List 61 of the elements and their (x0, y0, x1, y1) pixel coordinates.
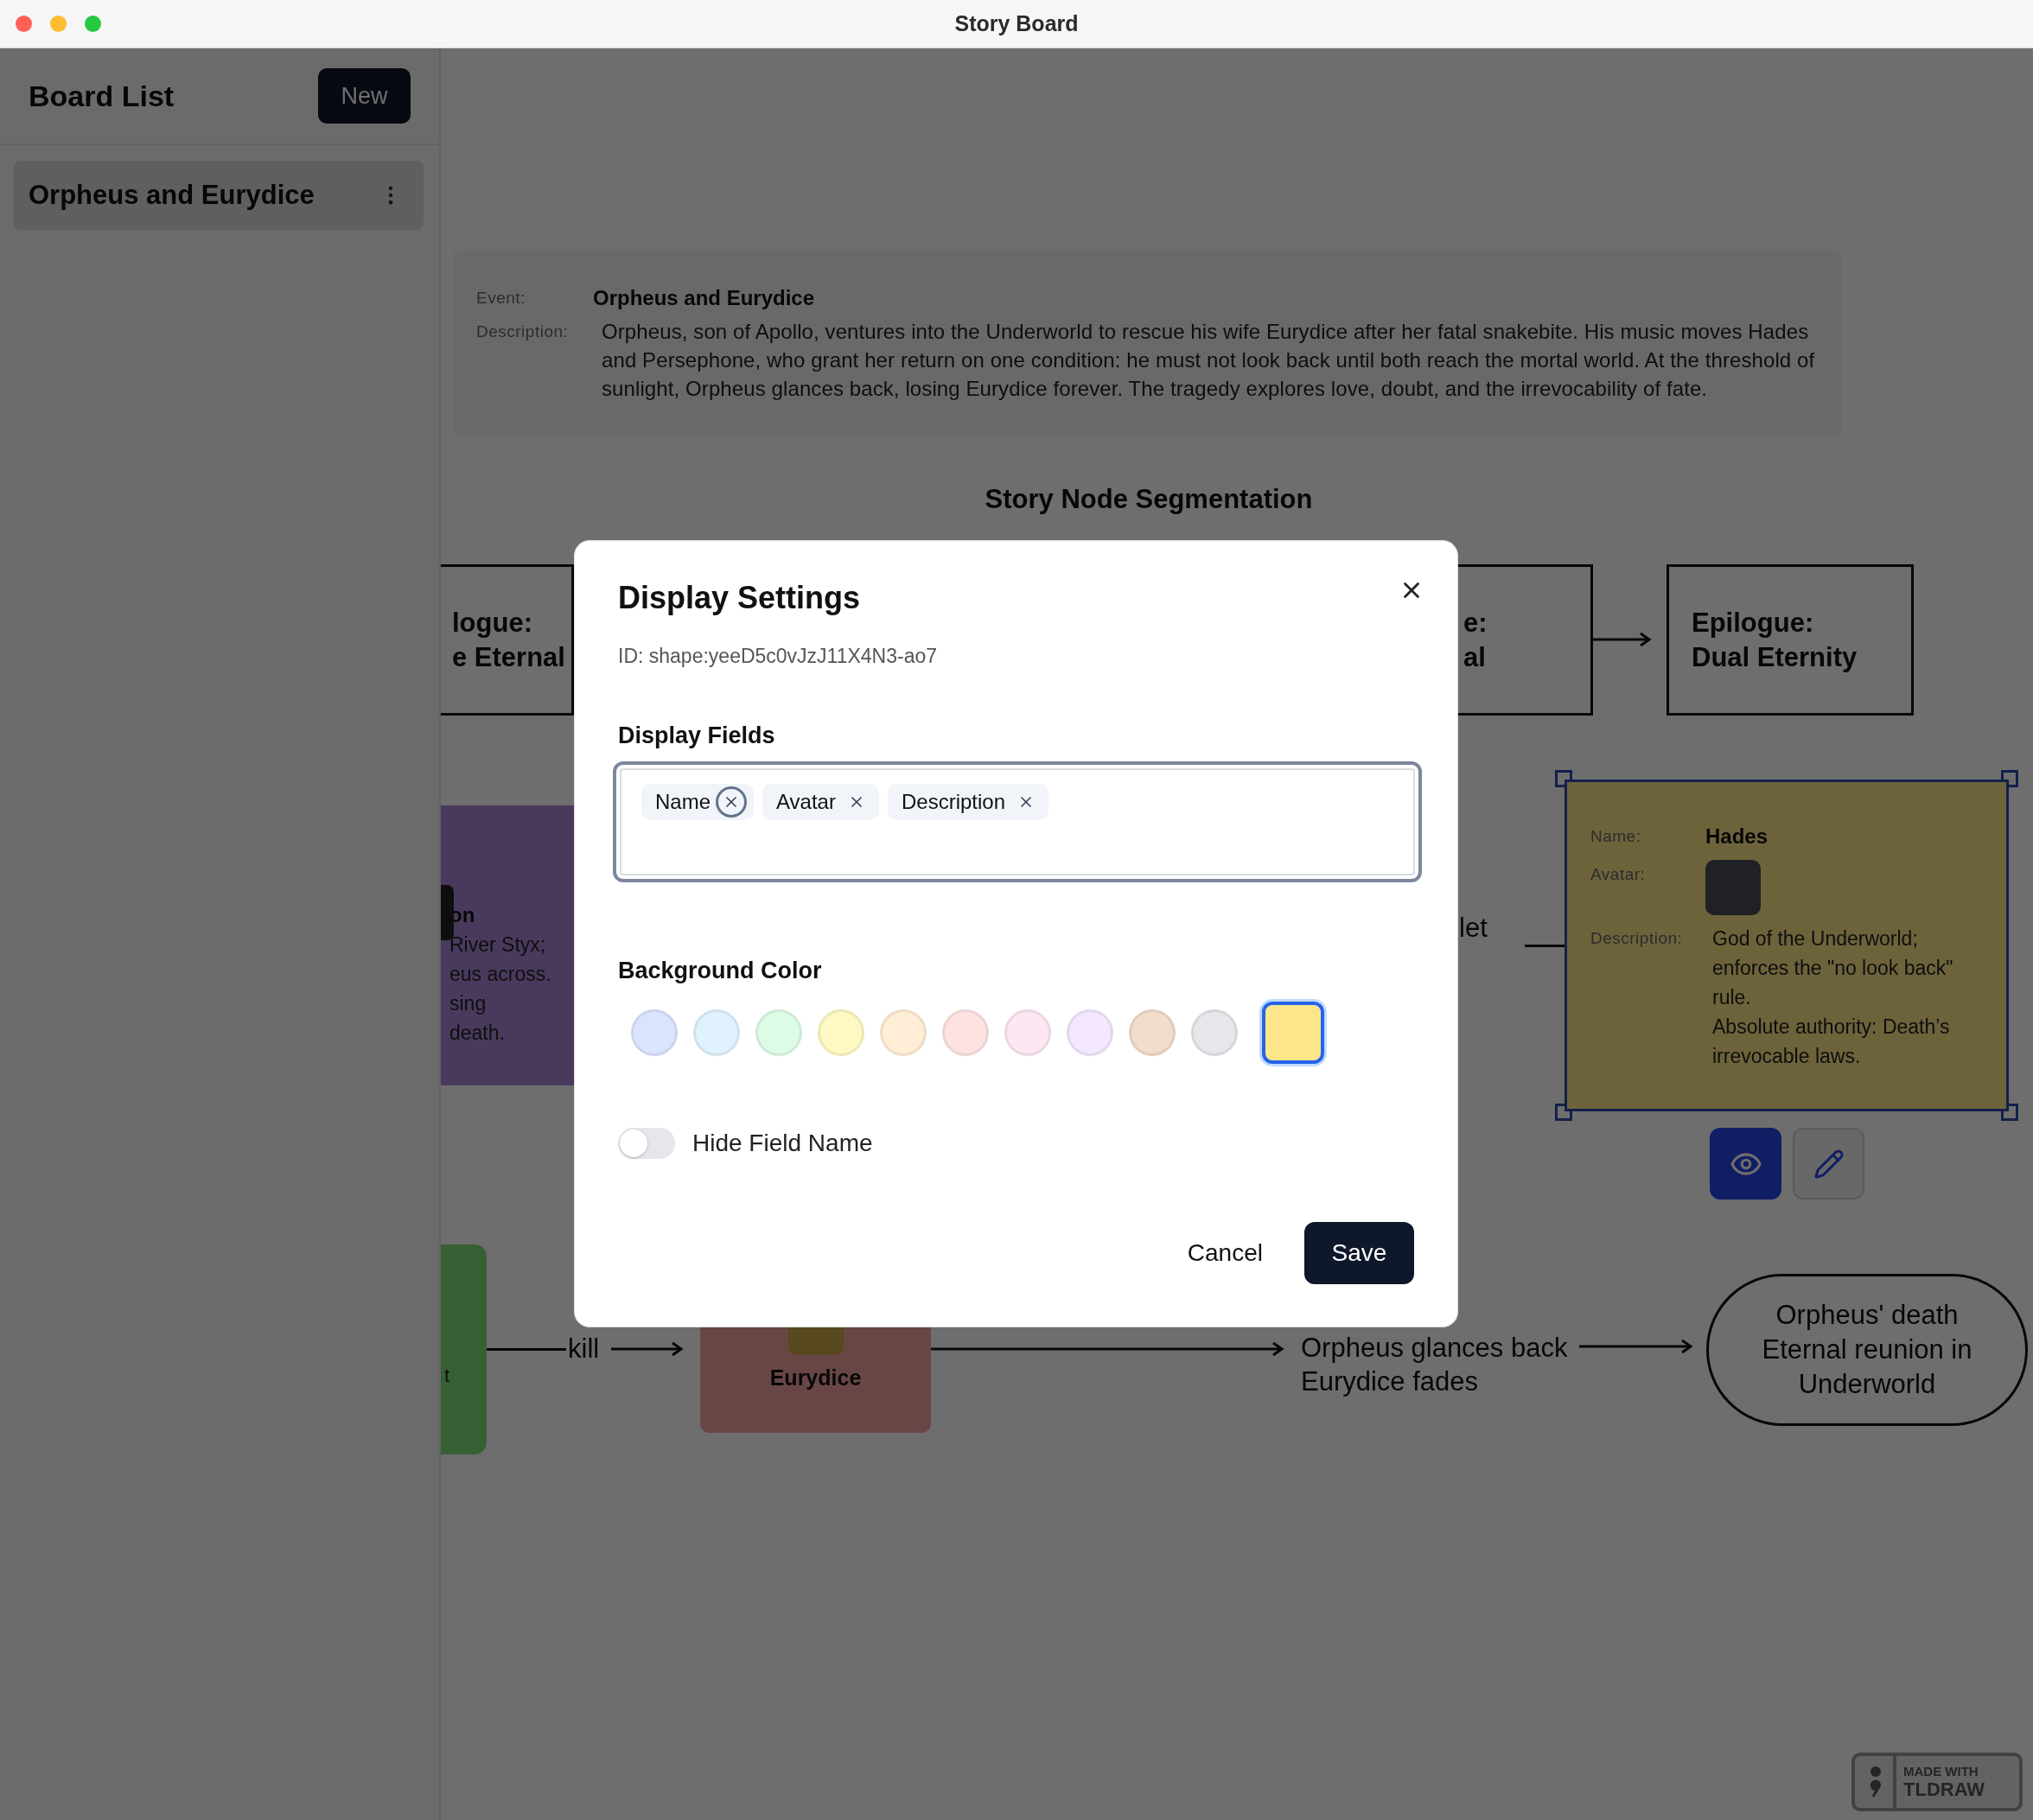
tag-label: Description (901, 790, 1005, 814)
pencil-icon (1813, 1148, 1845, 1180)
edge-label: kill (568, 1333, 600, 1365)
character-name: Hades (1705, 824, 1769, 850)
badge-text: MADE WITH (1903, 1764, 1979, 1779)
edge-label: let (1459, 912, 1488, 945)
sidebar-title: Board List (29, 79, 175, 113)
new-board-button[interactable]: New (318, 68, 411, 124)
toggle-label: Hide Field Name (692, 1130, 873, 1157)
event-text: Orpheus glances back (1301, 1332, 1568, 1365)
board-list-item[interactable]: Orpheus and Eurydice (14, 161, 424, 230)
toggle-switch[interactable] (618, 1128, 675, 1159)
remove-tag-button[interactable] (716, 786, 748, 818)
character-name: t (444, 1364, 450, 1387)
cancel-button[interactable]: Cancel (1187, 1231, 1263, 1276)
ending-text: Eternal reunion in (1762, 1333, 1972, 1366)
character-name: Eurydice (769, 1365, 862, 1390)
made-with-badge[interactable]: MADE WITH TLDRAW (1851, 1753, 2023, 1811)
event-name: Orpheus and Eurydice (593, 285, 816, 311)
field-label: Avatar: (1590, 864, 1647, 885)
board-name: Orpheus and Eurydice (29, 180, 315, 211)
ending-text: Underworld (1798, 1368, 1936, 1401)
character-card[interactable]: Name: Hades Avatar: Description: God of the Underworld; enforces the "no look back" rule. Absolute authority: Death’s irrevocable laws. (1565, 780, 2009, 1111)
segment-title: e: (1463, 606, 1488, 640)
window-minimize-button[interactable] (50, 16, 67, 32)
avatar-placeholder (1705, 860, 1761, 915)
connector-line (1525, 945, 1565, 947)
section-label: Display Fields (618, 722, 776, 750)
fields-input[interactable]: Name Avatar Description (613, 761, 1422, 882)
dialog-title: Display Settings (618, 579, 861, 617)
window-zoom-button[interactable] (85, 16, 101, 32)
view-button[interactable] (1710, 1128, 1781, 1200)
color-swatch[interactable] (1262, 1002, 1324, 1064)
window-close-button[interactable] (16, 16, 32, 32)
shape-id: ID: shape:yeeD5c0vJzJ11X4N3-ao7 (618, 644, 939, 669)
ending-text: Orpheus' death (1775, 1299, 1959, 1332)
character-description: River Styx; (449, 932, 547, 958)
segment-title: e Eternal (452, 640, 566, 674)
edit-button[interactable] (1793, 1128, 1864, 1200)
character-description: God of the Underworld; enforces the "no look back" rule. (1712, 926, 1954, 1010)
event-text: Eurydice fades (1301, 1365, 1480, 1398)
field-label: Event: (476, 288, 526, 309)
section-title: Story Node Segmentation (984, 484, 1314, 515)
character-description: sing (449, 991, 488, 1016)
field-label: Description: (476, 321, 570, 342)
segment-title: Dual Eternity (1692, 640, 1858, 674)
save-button[interactable]: Save (1304, 1222, 1414, 1284)
character-description: death. (449, 1021, 506, 1046)
tag-label: Avatar (776, 790, 836, 814)
window-title: Story Board (954, 11, 1079, 36)
segment-title: al (1463, 640, 1487, 674)
character-description: Absolute authority: Death’s irrevocable laws. (1712, 1015, 1951, 1069)
segment-title: logue: (452, 606, 533, 640)
badge-text: TLDRAW (1903, 1779, 1985, 1800)
segment-title: Epilogue: (1692, 606, 1815, 640)
section-label: Background Color (618, 957, 823, 985)
tag-label: Name (655, 790, 711, 814)
character-description: eus across. (449, 962, 552, 987)
event-description: Orpheus, son of Apollo, ventures into the Underworld to rescue his wife Eurydice after her fatal snakebite. His music moves Hades and Persephone, who grant her return on one condition: he must not look back until both reach the mortal world. At the threshold of sunlight, Orpheus glances back, losing Eurydice forever. The tragedy explores love, doubt, and the irrevocability of fate. (601, 319, 1816, 402)
field-label: Name: (1590, 826, 1642, 847)
field-label: Description: (1590, 928, 1684, 949)
